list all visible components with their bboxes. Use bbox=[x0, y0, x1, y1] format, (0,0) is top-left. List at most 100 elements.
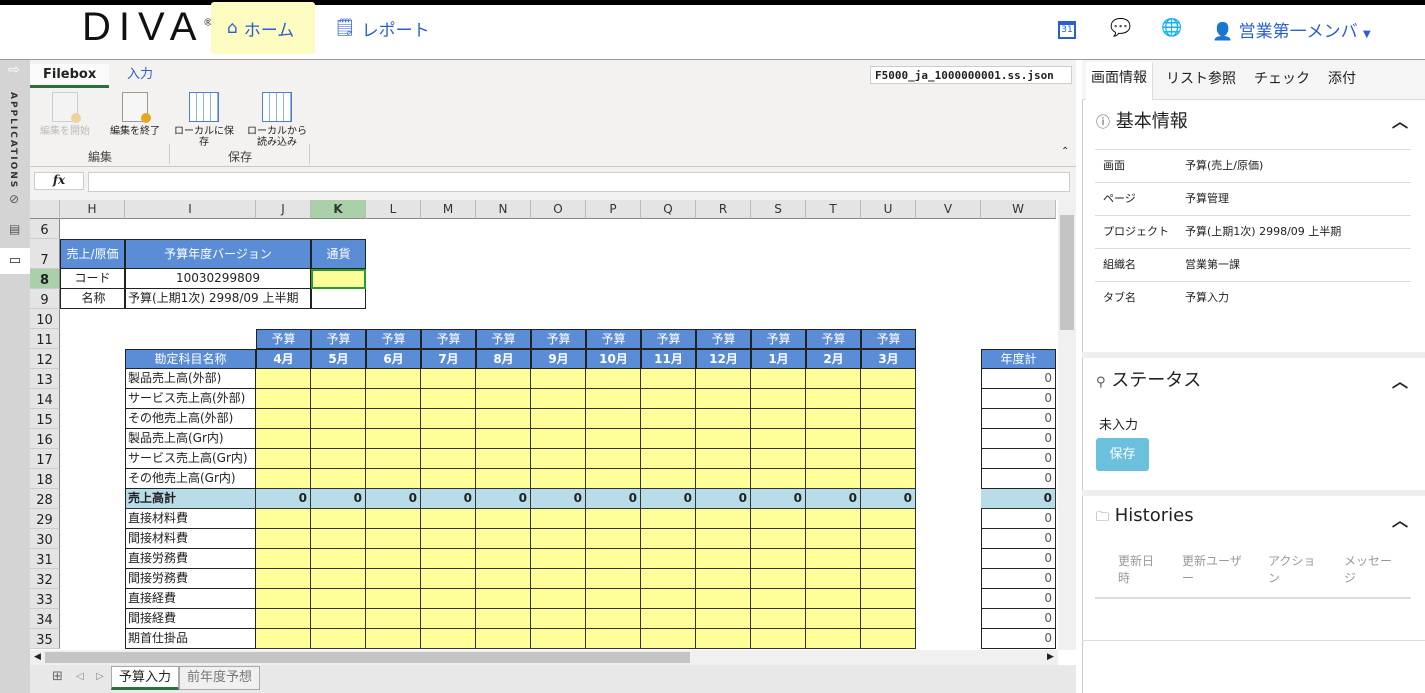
input-cell[interactable] bbox=[641, 529, 696, 549]
input-cell[interactable] bbox=[256, 549, 311, 569]
input-cell[interactable] bbox=[696, 529, 751, 549]
column-header-V[interactable]: V bbox=[916, 200, 981, 219]
input-cell[interactable] bbox=[641, 429, 696, 449]
row-header-14[interactable]: 14 bbox=[30, 389, 60, 409]
globe-icon[interactable]: 🌐 bbox=[1161, 18, 1182, 38]
input-cell[interactable] bbox=[696, 629, 751, 649]
input-cell[interactable] bbox=[696, 369, 751, 389]
input-cell[interactable] bbox=[311, 369, 366, 389]
input-cell[interactable] bbox=[531, 629, 586, 649]
input-cell[interactable] bbox=[256, 389, 311, 409]
input-cell[interactable] bbox=[641, 589, 696, 609]
input-cell[interactable] bbox=[421, 409, 476, 429]
currency-cell-selected[interactable] bbox=[311, 269, 366, 289]
input-cell[interactable] bbox=[751, 629, 806, 649]
row-header-30[interactable]: 30 bbox=[30, 529, 60, 549]
save-button[interactable]: 保存 bbox=[1096, 438, 1149, 471]
input-cell[interactable] bbox=[366, 429, 421, 449]
sheet-tab-prev-year[interactable]: 前年度予想 bbox=[179, 666, 261, 690]
panel-tab-screen-info[interactable]: 画面情報 bbox=[1086, 62, 1153, 100]
scroll-right-icon[interactable]: ▶ bbox=[1047, 652, 1054, 662]
input-cell[interactable] bbox=[586, 629, 641, 649]
calendar-icon[interactable]: 31 bbox=[1058, 21, 1076, 39]
input-cell[interactable] bbox=[531, 569, 586, 589]
row-header-33[interactable]: 33 bbox=[30, 589, 60, 609]
row-header-18[interactable]: 18 bbox=[30, 469, 60, 489]
input-cell[interactable] bbox=[366, 369, 421, 389]
input-cell[interactable] bbox=[861, 389, 916, 409]
row-header-17[interactable]: 17 bbox=[30, 449, 60, 469]
input-cell[interactable] bbox=[586, 549, 641, 569]
input-cell[interactable] bbox=[641, 469, 696, 489]
input-cell[interactable] bbox=[476, 589, 531, 609]
input-cell[interactable] bbox=[861, 469, 916, 489]
row-header-31[interactable]: 31 bbox=[30, 549, 60, 569]
input-cell[interactable] bbox=[641, 549, 696, 569]
input-cell[interactable] bbox=[696, 509, 751, 529]
input-cell[interactable] bbox=[641, 609, 696, 629]
column-header-M[interactable]: M bbox=[421, 200, 476, 219]
input-cell[interactable] bbox=[311, 449, 366, 469]
input-cell[interactable] bbox=[311, 589, 366, 609]
column-header-I[interactable]: I bbox=[125, 200, 256, 219]
collapse-ribbon-icon[interactable]: ⌃ bbox=[1061, 146, 1069, 157]
input-cell[interactable] bbox=[366, 569, 421, 589]
spreadsheet-grid[interactable]: H I J K L M N O P Q R S T U V W 6 7 8 9 10 11 12 13 14 15 16 17 18 28… bbox=[30, 200, 1058, 650]
row-header-29[interactable]: 29 bbox=[30, 509, 60, 529]
input-cell[interactable] bbox=[861, 429, 916, 449]
input-cell[interactable] bbox=[586, 409, 641, 429]
input-cell[interactable] bbox=[806, 589, 861, 609]
input-cell[interactable] bbox=[861, 449, 916, 469]
input-cell[interactable] bbox=[366, 529, 421, 549]
input-cell[interactable] bbox=[366, 589, 421, 609]
input-cell[interactable] bbox=[366, 389, 421, 409]
scroll-left-icon[interactable]: ◀ bbox=[34, 652, 41, 662]
input-cell[interactable] bbox=[861, 609, 916, 629]
input-cell[interactable] bbox=[751, 389, 806, 409]
input-cell[interactable] bbox=[311, 609, 366, 629]
input-cell[interactable] bbox=[751, 409, 806, 429]
horizontal-scroll-thumb[interactable] bbox=[45, 652, 690, 663]
input-cell[interactable] bbox=[366, 449, 421, 469]
input-cell[interactable] bbox=[751, 529, 806, 549]
input-cell[interactable] bbox=[806, 409, 861, 429]
input-cell[interactable] bbox=[421, 609, 476, 629]
input-cell[interactable] bbox=[586, 569, 641, 589]
column-header-J[interactable]: J bbox=[256, 200, 311, 219]
input-cell[interactable] bbox=[586, 589, 641, 609]
input-cell[interactable] bbox=[586, 609, 641, 629]
input-cell[interactable] bbox=[806, 509, 861, 529]
input-cell[interactable] bbox=[751, 609, 806, 629]
input-cell[interactable] bbox=[311, 629, 366, 649]
input-cell[interactable] bbox=[366, 409, 421, 429]
input-cell[interactable] bbox=[421, 529, 476, 549]
input-cell[interactable] bbox=[476, 509, 531, 529]
input-cell[interactable] bbox=[311, 409, 366, 429]
input-cell[interactable] bbox=[531, 509, 586, 529]
diva-logo[interactable]: DIVA® bbox=[82, 5, 212, 50]
input-cell[interactable] bbox=[861, 509, 916, 529]
start-edit-button[interactable]: 編集を開始 bbox=[30, 92, 100, 137]
input-cell[interactable] bbox=[696, 569, 751, 589]
input-cell[interactable] bbox=[696, 409, 751, 429]
row-header-13[interactable]: 13 bbox=[30, 369, 60, 389]
column-header-U[interactable]: U bbox=[861, 200, 916, 219]
input-cell[interactable] bbox=[256, 509, 311, 529]
row-header-35[interactable]: 35 bbox=[30, 629, 60, 649]
input-cell[interactable] bbox=[531, 389, 586, 409]
input-cell[interactable] bbox=[476, 369, 531, 389]
input-cell[interactable] bbox=[806, 449, 861, 469]
save-local-button[interactable]: ローカルに保存 bbox=[170, 92, 238, 148]
input-cell[interactable] bbox=[421, 449, 476, 469]
input-cell[interactable] bbox=[366, 609, 421, 629]
row-header-10[interactable]: 10 bbox=[30, 309, 60, 329]
input-cell[interactable] bbox=[641, 509, 696, 529]
collapse-basic-icon[interactable]: ︿ bbox=[1392, 108, 1408, 132]
input-cell[interactable] bbox=[311, 389, 366, 409]
panel-tab-list-ref[interactable]: リスト参照 bbox=[1161, 66, 1241, 100]
input-cell[interactable] bbox=[531, 409, 586, 429]
sheet-list-icon[interactable]: ⊞ bbox=[52, 669, 63, 684]
input-cell[interactable] bbox=[476, 449, 531, 469]
input-cell[interactable] bbox=[421, 429, 476, 449]
end-edit-button[interactable]: 編集を終了 bbox=[100, 92, 170, 137]
